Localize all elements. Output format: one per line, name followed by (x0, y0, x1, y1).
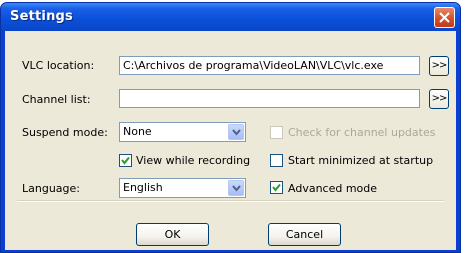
ok-button[interactable]: OK (136, 223, 209, 246)
view-while-recording-label: View while recording (136, 154, 251, 167)
checkmark-icon (121, 156, 130, 165)
chevron-down-icon (232, 185, 241, 192)
vlc-location-label: VLC location: (22, 59, 95, 72)
chevron-down-icon (232, 129, 241, 136)
suspend-mode-dropdown-arrow[interactable] (228, 124, 244, 140)
language-dropdown-arrow[interactable] (228, 180, 244, 196)
cancel-button[interactable]: Cancel (268, 223, 341, 246)
start-minimized-checkbox[interactable] (270, 154, 283, 167)
suspend-mode-select[interactable]: None (119, 122, 246, 142)
check-updates-label: Check for channel updates (288, 126, 436, 139)
advanced-mode-checkbox[interactable] (270, 181, 283, 194)
dialog-body: VLC location: C:\Archivos de programa\Vi… (5, 31, 456, 250)
suspend-mode-value: None (123, 125, 152, 138)
title-bar[interactable]: Settings (1, 3, 460, 31)
settings-window: Settings VLC location: C:\Archivos de pr… (0, 2, 461, 253)
vlc-location-browse-button[interactable]: >> (429, 56, 449, 76)
channel-list-label: Channel list: (22, 93, 91, 106)
divider (17, 200, 444, 202)
close-icon (439, 12, 450, 23)
channel-list-input[interactable] (119, 89, 420, 108)
window-title: Settings (10, 9, 73, 24)
vlc-location-input[interactable]: C:\Archivos de programa\VideoLAN\VLC\vlc… (119, 56, 420, 75)
close-button[interactable] (434, 7, 455, 28)
start-minimized-label: Start minimized at startup (288, 154, 434, 167)
checkmark-icon (272, 183, 281, 192)
language-value: English (123, 181, 163, 194)
suspend-mode-label: Suspend mode: (22, 126, 108, 139)
check-updates-checkbox[interactable] (270, 126, 283, 139)
view-while-recording-checkbox[interactable] (119, 154, 132, 167)
language-select[interactable]: English (119, 178, 246, 198)
channel-list-browse-button[interactable]: >> (429, 89, 449, 109)
language-label: Language: (22, 182, 80, 195)
advanced-mode-label: Advanced mode (288, 182, 378, 195)
